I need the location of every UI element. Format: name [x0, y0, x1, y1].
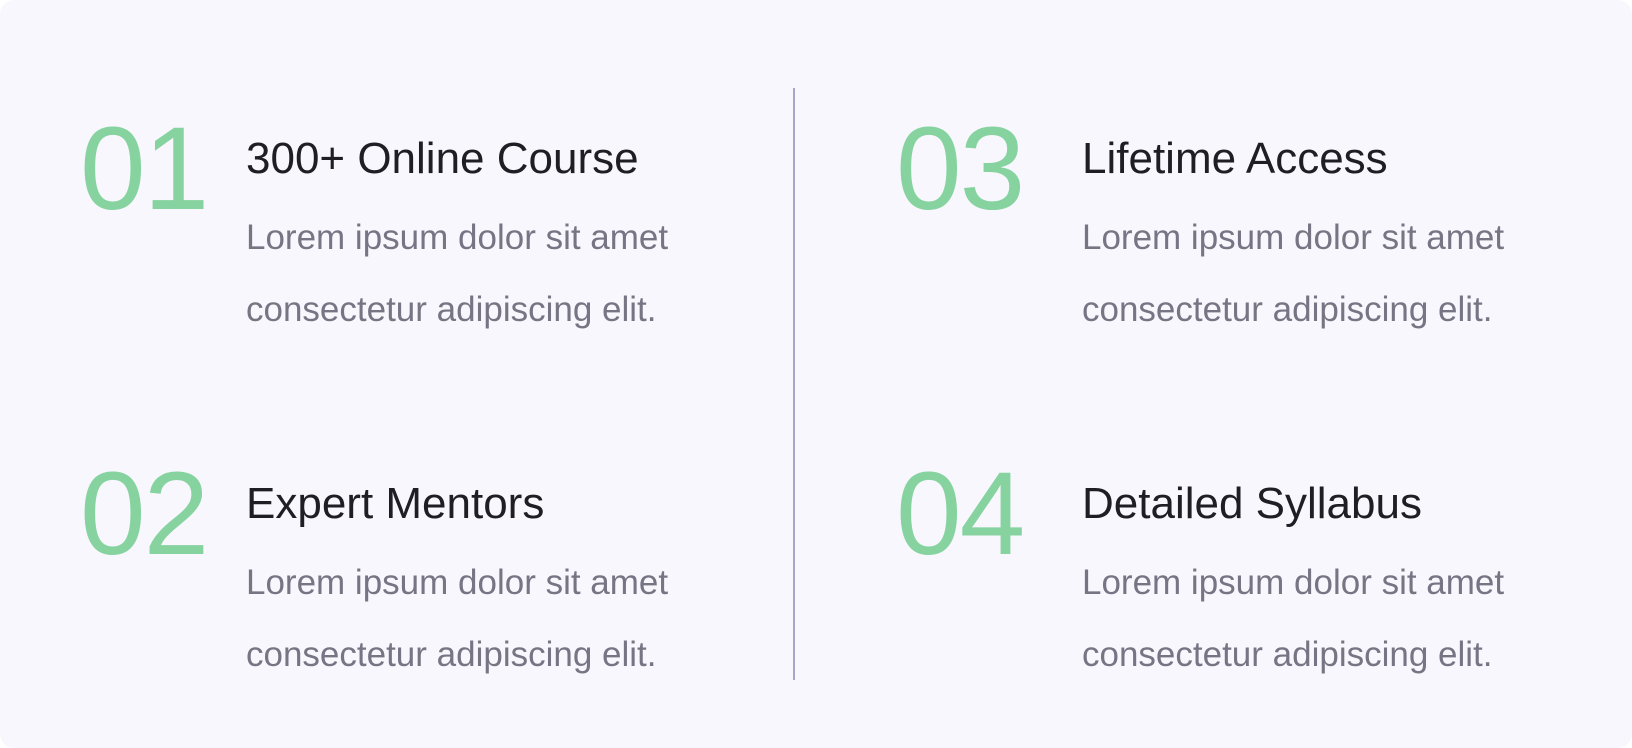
feature-number: 02 — [80, 448, 209, 580]
feature-item-expert-mentors: 02 Expert Mentors Lorem ipsum dolor sit … — [80, 455, 780, 715]
feature-description: Lorem ipsum dolor sit amet consectetur a… — [1082, 547, 1602, 691]
feature-item-lifetime-access: 03 Lifetime Access Lorem ipsum dolor sit… — [896, 110, 1596, 370]
feature-description: Lorem ipsum dolor sit amet consectetur a… — [246, 202, 766, 346]
features-panel: 01 300+ Online Course Lorem ipsum dolor … — [0, 0, 1632, 748]
column-divider — [793, 88, 795, 680]
feature-number: 03 — [896, 103, 1025, 235]
feature-title: Detailed Syllabus — [1082, 479, 1422, 528]
feature-title: Expert Mentors — [246, 479, 545, 528]
feature-title: 300+ Online Course — [246, 134, 639, 183]
feature-description-line: consectetur adipiscing elit. — [246, 635, 657, 674]
feature-description: Lorem ipsum dolor sit amet consectetur a… — [246, 547, 766, 691]
feature-description-line: Lorem ipsum dolor sit amet — [1082, 218, 1505, 257]
feature-description-line: Lorem ipsum dolor sit amet — [1082, 563, 1505, 602]
feature-item-online-course: 01 300+ Online Course Lorem ipsum dolor … — [80, 110, 780, 370]
feature-description-line: consectetur adipiscing elit. — [1082, 290, 1493, 329]
feature-description-line: consectetur adipiscing elit. — [1082, 635, 1493, 674]
feature-number: 01 — [80, 103, 209, 235]
feature-number: 04 — [896, 448, 1025, 580]
feature-item-detailed-syllabus: 04 Detailed Syllabus Lorem ipsum dolor s… — [896, 455, 1596, 715]
feature-title: Lifetime Access — [1082, 134, 1388, 183]
feature-description-line: Lorem ipsum dolor sit amet — [246, 218, 669, 257]
feature-description: Lorem ipsum dolor sit amet consectetur a… — [1082, 202, 1602, 346]
feature-description-line: Lorem ipsum dolor sit amet — [246, 563, 669, 602]
feature-description-line: consectetur adipiscing elit. — [246, 290, 657, 329]
